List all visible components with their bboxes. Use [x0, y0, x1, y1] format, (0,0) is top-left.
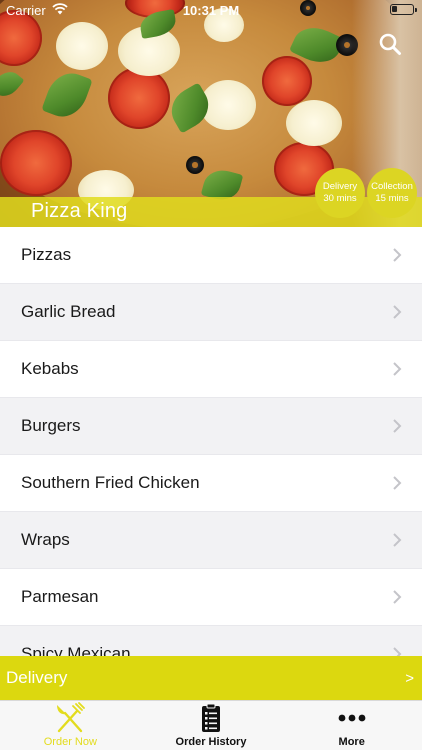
olive [336, 34, 358, 56]
receipt-list-icon [194, 702, 228, 734]
clock: 10:31 PM [182, 3, 240, 18]
mozzarella [56, 22, 108, 70]
collection-time-badge: Collection 15 mins [367, 168, 417, 218]
delivery-mode-arrow: > [405, 669, 414, 687]
tab-more[interactable]: More [281, 701, 422, 750]
chevron-right-icon [393, 305, 402, 319]
delivery-time-badge: Delivery 30 mins [315, 168, 365, 218]
tab-bar: Order Now Order History More [0, 700, 422, 750]
chevron-right-icon [393, 419, 402, 433]
tomato-slice [0, 130, 72, 196]
restaurant-name: Pizza King [31, 200, 128, 222]
menu-item-parmesan[interactable]: Parmesan [0, 569, 422, 626]
menu-item-kebabs[interactable]: Kebabs [0, 341, 422, 398]
mozzarella [286, 100, 342, 146]
basil-leaf [0, 66, 25, 102]
chevron-right-icon [393, 590, 402, 604]
fork-knife-icon [53, 702, 87, 734]
tab-label: Order History [175, 736, 247, 748]
chevron-right-icon [393, 533, 402, 547]
tab-order-history[interactable]: Order History [141, 701, 282, 750]
basil-leaf [41, 66, 93, 124]
tomato-slice [262, 56, 312, 106]
delivery-badge-time: 30 mins [323, 193, 357, 204]
tab-label: Order Now [43, 736, 97, 748]
menu-item-label: Pizzas [21, 245, 72, 264]
delivery-mode-label: Delivery [6, 668, 68, 687]
tomato-slice [108, 67, 170, 129]
menu-item-pizzas[interactable]: Pizzas [0, 227, 422, 284]
menu-item-label: Southern Fried Chicken [21, 473, 200, 492]
menu-category-list: Pizzas Garlic Bread Kebabs Burgers South… [0, 227, 422, 683]
tab-order-now[interactable]: Order Now [0, 701, 141, 750]
olive [186, 156, 204, 174]
delivery-mode-bar[interactable]: Delivery > [0, 656, 422, 700]
search-icon[interactable] [378, 32, 402, 56]
menu-item-southern-fried-chicken[interactable]: Southern Fried Chicken [0, 455, 422, 512]
chevron-right-icon [393, 248, 402, 262]
menu-item-label: Parmesan [21, 587, 99, 606]
battery-icon [390, 4, 417, 15]
menu-item-label: Garlic Bread [21, 302, 116, 321]
menu-item-garlic-bread[interactable]: Garlic Bread [0, 284, 422, 341]
tab-label: More [338, 736, 365, 748]
menu-item-burgers[interactable]: Burgers [0, 398, 422, 455]
menu-item-label: Kebabs [21, 359, 79, 378]
delivery-badge-label: Delivery [322, 181, 358, 192]
menu-item-label: Burgers [21, 416, 81, 435]
menu-item-wraps[interactable]: Wraps [0, 512, 422, 569]
collection-badge-label: Collection [371, 181, 413, 192]
chevron-right-icon [393, 476, 402, 490]
collection-badge-time: 15 mins [375, 193, 409, 204]
menu-item-label: Wraps [21, 530, 70, 549]
more-dots-icon [335, 702, 369, 734]
status-bar: Carrier 10:31 PM [0, 0, 422, 22]
chevron-right-icon [393, 362, 402, 376]
